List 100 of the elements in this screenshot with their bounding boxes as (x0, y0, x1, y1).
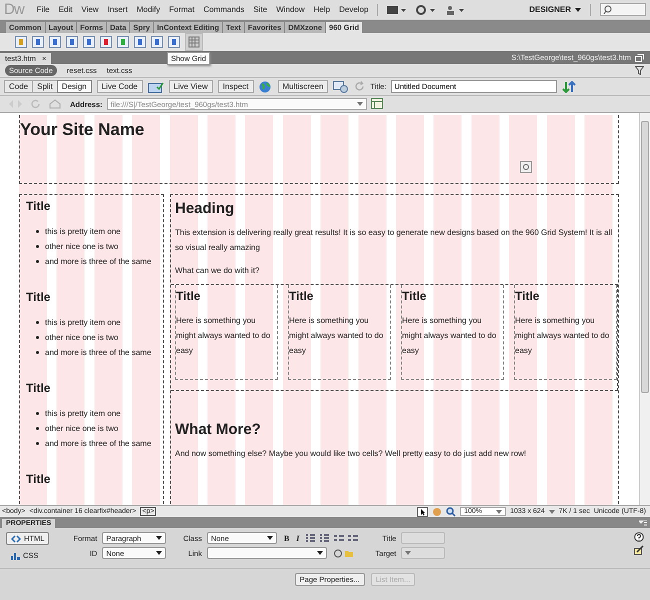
title-field[interactable] (401, 532, 446, 544)
caret-icon (548, 510, 555, 514)
monitor-icon[interactable] (148, 80, 164, 92)
vertical-scrollbar[interactable] (639, 113, 650, 505)
paragraph: And now something else? Maybe you would like two cells? Well pretty easy to do just add new row! (175, 448, 528, 460)
bullet-icon (36, 245, 39, 248)
card-title: Title (289, 289, 314, 303)
grid-layout-icon[interactable] (117, 36, 129, 48)
search-icon (603, 5, 612, 14)
heading: What More? (175, 421, 262, 438)
card-text: Here is something you might always wanted to do easy (402, 315, 498, 357)
live-view-button[interactable]: Live View (168, 80, 213, 93)
caret-icon (575, 8, 581, 12)
inspect-button[interactable]: Inspect (218, 80, 254, 93)
list-item: this is pretty item one (45, 226, 121, 238)
grid-layout-icon[interactable] (100, 36, 112, 48)
caret-icon (266, 536, 273, 540)
menu-item[interactable]: Commands (203, 5, 244, 14)
card-title: Title (176, 289, 202, 303)
caret-icon (156, 536, 162, 540)
list-item: and more is three of the same (45, 347, 152, 359)
restore-icon[interactable] (635, 54, 644, 62)
menu-item[interactable]: Site (253, 5, 268, 14)
bullet-icon (36, 260, 39, 263)
card-text: Here is something you might always wanted to do easy (515, 315, 610, 357)
bullet-icon (36, 351, 39, 354)
card-title: Title (402, 289, 428, 303)
list-item: this is pretty item one (45, 408, 121, 420)
bullet-icon (36, 336, 39, 339)
screens-icon[interactable] (333, 80, 350, 92)
menu-item[interactable]: Format (169, 5, 194, 14)
list-indent-icons-drawing[interactable] (306, 534, 358, 542)
bullet-icon (36, 321, 39, 324)
menu-item[interactable]: Window (276, 5, 305, 14)
list-item: other nice one is two (45, 241, 118, 253)
menu-item[interactable]: Edit (58, 5, 72, 14)
list-item: and more is three of the same (45, 438, 152, 450)
target-folder-icon[interactable] (334, 548, 354, 558)
paragraph: What can we do with it? (175, 265, 260, 277)
menu-item[interactable]: Help (314, 5, 330, 14)
grid-layout-icon[interactable] (15, 36, 27, 48)
people-icon[interactable] (445, 4, 466, 14)
grid-layout-icon[interactable] (151, 36, 163, 48)
list-item: and more is three of the same (45, 256, 152, 268)
view-button[interactable]: Code (5, 81, 34, 92)
transfer-arrows-icon[interactable] (562, 80, 578, 92)
grid-layout-icon[interactable] (32, 36, 44, 48)
list-item: other nice one is two (45, 332, 118, 344)
layout-icon[interactable] (387, 4, 408, 14)
pointer-icon[interactable] (417, 506, 428, 516)
list-item: this is pretty item one (45, 317, 121, 329)
multiscreen-button[interactable]: Multiscreen (278, 80, 328, 93)
grid-layout-icon[interactable] (83, 36, 95, 48)
workspace-switcher[interactable]: DESIGNER (529, 5, 571, 14)
grid-layout-icon[interactable] (168, 36, 180, 48)
app-logo: Dw (4, 1, 24, 18)
sidebar-title: Title (26, 290, 52, 304)
caret-icon (356, 102, 363, 106)
site-name: Your Site Name (20, 120, 144, 140)
card-text: Here is something you might always wanted to do easy (289, 315, 384, 357)
menu-item[interactable]: Modify (136, 5, 160, 14)
italic-button[interactable]: I (296, 534, 300, 542)
zoom-icon[interactable] (446, 506, 456, 516)
menu-item[interactable]: View (81, 5, 99, 14)
bullet-icon (36, 230, 39, 233)
card-title: Title (515, 289, 540, 303)
show-grid-button[interactable] (185, 33, 203, 51)
link-field[interactable] (206, 547, 327, 559)
menu-item[interactable]: Insert (108, 5, 128, 14)
live-code-button[interactable]: Live Code (96, 80, 143, 93)
globe-icon[interactable] (258, 80, 273, 92)
chart-icon (11, 552, 20, 560)
list-item: other nice one is two (45, 423, 118, 435)
view-button[interactable]: Design (58, 81, 91, 92)
heading: Heading (175, 200, 236, 217)
bullet-icon (36, 442, 39, 445)
grid-layout-icon[interactable] (134, 36, 146, 48)
menu-item[interactable]: File (36, 5, 50, 14)
card-text: Here is something you might always wanted to do easy (176, 315, 272, 357)
caret-icon (405, 551, 412, 555)
sidebar-title: Title (26, 199, 52, 213)
target-dropdown[interactable] (401, 547, 446, 559)
sidebar-title: Title (26, 381, 52, 395)
menu-item[interactable]: Develop (339, 5, 368, 14)
paragraph: This extension is delivering really great results! It is so easy to generate new designs based on the 960 Grid System! It is all so visual really amazing (175, 227, 614, 254)
bullet-icon (36, 427, 39, 430)
filter-icon[interactable] (635, 66, 644, 75)
bullet-icon (36, 412, 39, 415)
panel-menu-icon[interactable] (639, 520, 647, 526)
sidebar-title: Title (26, 472, 52, 486)
bold-button[interactable]: B (284, 534, 290, 542)
grid-layout-icon[interactable] (66, 36, 78, 48)
help-icon[interactable] (634, 532, 644, 542)
grid-layout-icon[interactable] (49, 36, 61, 48)
caret-icon (496, 510, 502, 514)
table-icon[interactable] (370, 98, 385, 110)
view-button[interactable]: Split (33, 81, 58, 92)
search-field[interactable] (600, 3, 646, 16)
edit-icon[interactable] (634, 545, 644, 555)
code-icon (11, 534, 21, 542)
